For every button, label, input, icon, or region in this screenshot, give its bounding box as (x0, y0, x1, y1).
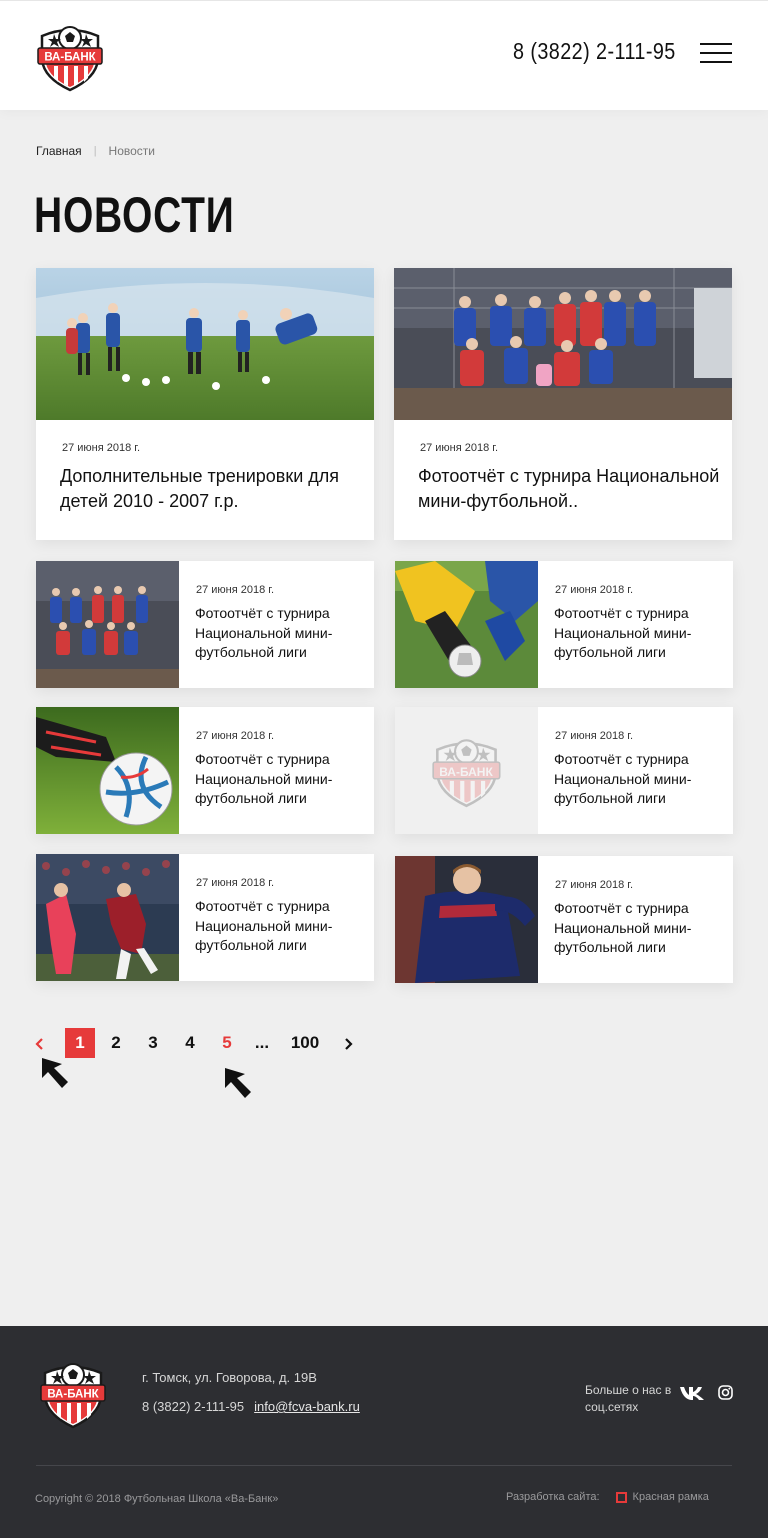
news-date: 27 июня 2018 г. (196, 584, 275, 596)
news-card[interactable]: 27 июня 2018 г. Фотоотчёт с турнира Наци… (36, 707, 374, 834)
logo-text: ВА-БАНК (47, 1389, 99, 1401)
news-image (36, 561, 179, 688)
logo-emblem-icon: ВА-БАНК (37, 1357, 109, 1429)
instagram-icon[interactable] (718, 1385, 733, 1400)
next-page-icon[interactable] (340, 1028, 358, 1058)
news-card-featured[interactable]: 27 июня 2018 г. Фотоотчёт с турнира Наци… (394, 268, 732, 540)
mouse-pointer-icon (40, 1056, 74, 1090)
page-link[interactable]: 100 (288, 1028, 322, 1058)
developer-link[interactable]: Красная рамка (633, 1491, 709, 1503)
logo-text: ВА-БАНК (44, 52, 96, 64)
footer-logo[interactable]: ВА-БАНК (37, 1357, 109, 1429)
news-image (36, 268, 374, 420)
pagination: 1 2 3 4 5 ... 100 (30, 1028, 370, 1058)
news-card[interactable]: 27 июня 2018 г. Фотоотчёт с турнира Наци… (36, 561, 374, 688)
news-title[interactable]: Фотоотчёт с турнира Национальной мини-фу… (554, 750, 729, 809)
page-link[interactable]: 3 (143, 1028, 163, 1058)
page-link[interactable]: 5 (217, 1028, 237, 1058)
footer-divider (36, 1465, 732, 1466)
news-image (36, 854, 179, 981)
page-link[interactable]: 1 (65, 1028, 95, 1058)
page-title: НОВОСТИ (34, 187, 235, 243)
footer-email[interactable]: info@fcva-bank.ru (254, 1399, 360, 1414)
news-card[interactable]: ВА-БАНК 27 июня 2018 г. Фотоотчёт с турн… (395, 707, 733, 834)
developer-credit: Разработка сайта: Красная рамка (506, 1491, 709, 1503)
news-image (36, 707, 179, 834)
news-title[interactable]: Дополнительные тренировки для детей 2010… (60, 464, 370, 514)
news-date: 27 июня 2018 г. (555, 730, 634, 742)
copyright: Copyright © 2018 Футбольная Школа «Ва-Ба… (35, 1493, 279, 1505)
news-date: 27 июня 2018 г. (62, 442, 141, 454)
social-caption: Больше о нас в соц.сетях (585, 1383, 672, 1414)
prev-page-icon[interactable] (30, 1028, 48, 1058)
news-date: 27 июня 2018 г. (555, 879, 634, 891)
site-header: ВА-БАНК 8 (3822) 2-111-95 (0, 0, 768, 110)
news-image (395, 856, 538, 983)
breadcrumb-separator: | (93, 145, 97, 157)
breadcrumb-current: Новости (108, 144, 155, 158)
news-card[interactable]: 27 июня 2018 г. Фотоотчёт с турнира Наци… (36, 854, 374, 981)
news-title[interactable]: Фотоотчёт с турнира Национальной мини-фу… (195, 897, 370, 956)
news-date: 27 июня 2018 г. (555, 584, 634, 596)
developer-label: Разработка сайта: (506, 1491, 600, 1503)
page-link[interactable]: 4 (180, 1028, 200, 1058)
footer-contacts: 8 (3822) 2-111-95 info@fcva-bank.ru (142, 1399, 360, 1414)
news-card[interactable]: 27 июня 2018 г. Фотоотчёт с турнира Наци… (395, 856, 733, 983)
hamburger-icon[interactable] (700, 43, 732, 63)
news-image (395, 561, 538, 688)
mouse-pointer-icon (223, 1066, 257, 1100)
header-phone[interactable]: 8 (3822) 2-111-95 (513, 38, 676, 65)
news-title[interactable]: Фотоотчёт с турнира Национальной мини-фу… (195, 604, 370, 663)
site-logo[interactable]: ВА-БАНК (34, 20, 106, 92)
news-title[interactable]: Фотоотчёт с турнира Национальной мини-фу… (554, 899, 729, 958)
breadcrumb-home[interactable]: Главная (36, 144, 82, 158)
news-title[interactable]: Фотоотчёт с турнира Национальной мини-фу… (554, 604, 729, 663)
news-title[interactable]: Фотоотчёт с турнира Национальной мини-фу… (418, 464, 728, 514)
news-date: 27 июня 2018 г. (196, 877, 275, 889)
page-link[interactable]: 2 (106, 1028, 126, 1058)
page-ellipsis: ... (254, 1033, 270, 1052)
placeholder-logo-text: ВА-БАНК (439, 765, 493, 779)
red-frame-icon (615, 1491, 627, 1503)
footer-phone[interactable]: 8 (3822) 2-111-95 (142, 1399, 244, 1414)
footer-address: г. Томск, ул. Говорова, д. 19В (142, 1370, 317, 1385)
breadcrumb: Главная | Новости (36, 144, 155, 158)
news-card-featured[interactable]: 27 июня 2018 г. Дополнительные тренировк… (36, 268, 374, 540)
news-date: 27 июня 2018 г. (420, 442, 499, 454)
news-card[interactable]: 27 июня 2018 г. Фотоотчёт с турнира Наци… (395, 561, 733, 688)
site-footer: ВА-БАНК г. Томск, ул. Говорова, д. 19В 8… (0, 1326, 768, 1538)
news-date: 27 июня 2018 г. (196, 730, 275, 742)
news-image-placeholder: ВА-БАНК (395, 707, 538, 834)
vk-icon[interactable] (679, 1385, 705, 1401)
logo-emblem-icon: ВА-БАНК (34, 20, 106, 92)
news-title[interactable]: Фотоотчёт с турнира Национальной мини-фу… (195, 750, 370, 809)
news-image (394, 268, 732, 420)
